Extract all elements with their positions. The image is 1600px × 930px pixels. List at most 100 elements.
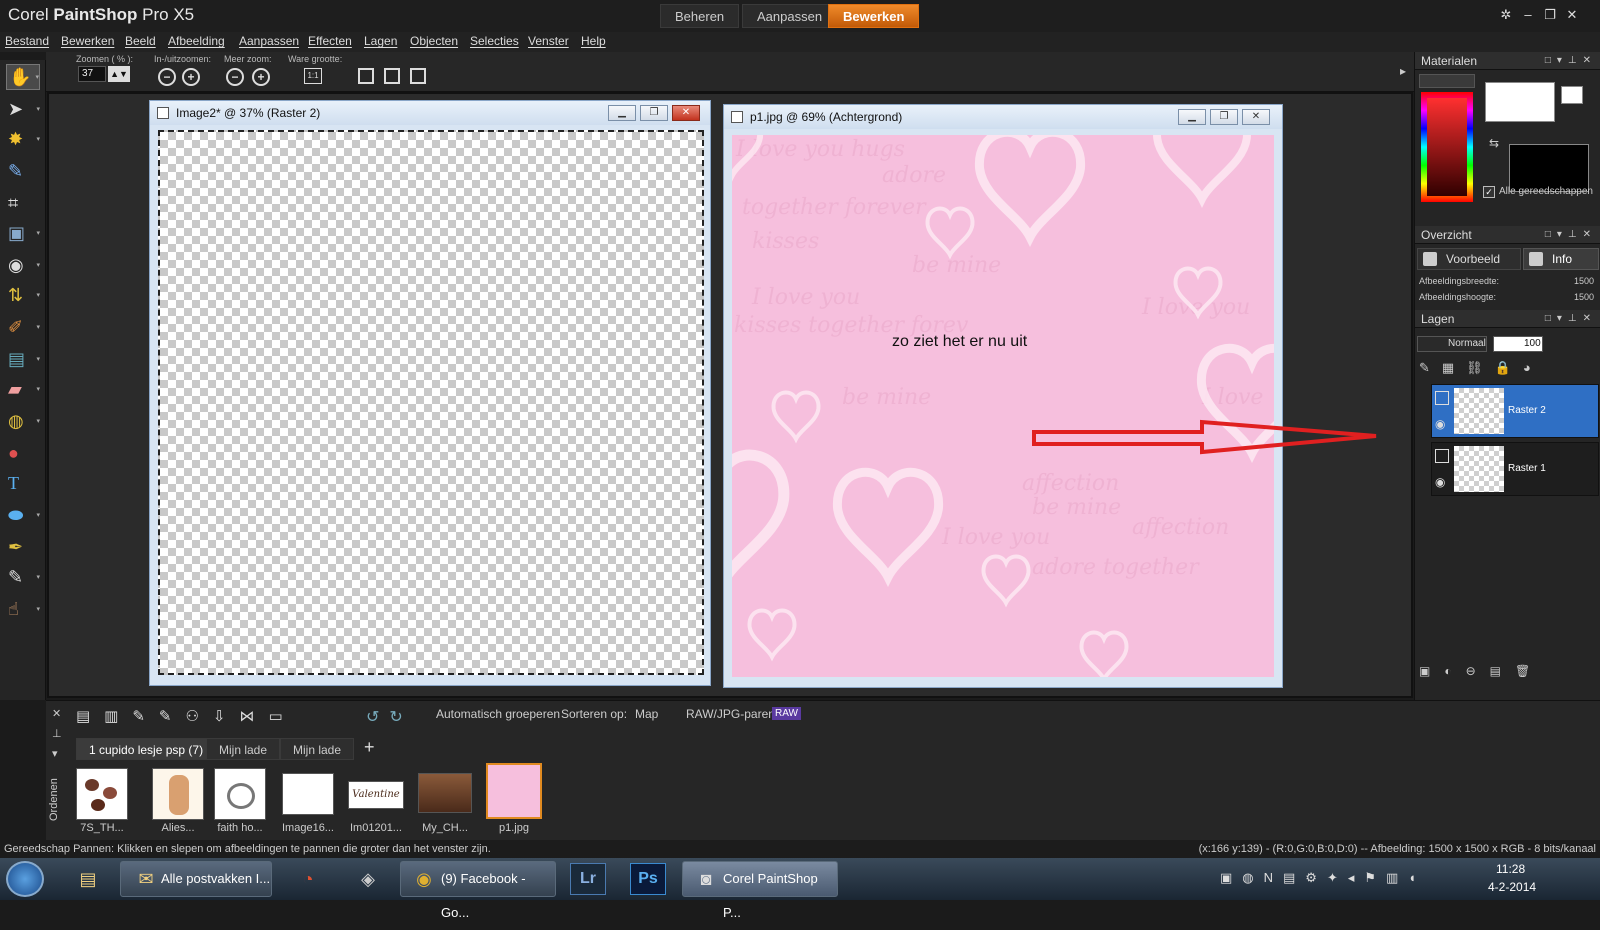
app-icon[interactable]: ◈ (350, 863, 386, 895)
menu-selecties[interactable]: Selecties (470, 34, 519, 48)
panel-controls-icon[interactable]: □▾⊥✕ (1545, 310, 1597, 328)
opacity-field[interactable]: 100 (1493, 336, 1543, 352)
warp-brush-icon[interactable]: ✎ ▾ (6, 564, 40, 590)
all-tools-checkbox[interactable]: ✓ (1483, 186, 1495, 198)
pink-hearts-canvas[interactable]: I love you hugs adore together forever k… (732, 135, 1274, 677)
materials-tab-icons[interactable] (1419, 74, 1475, 88)
restore-button[interactable]: ❐ (1540, 6, 1560, 24)
fit-image-icon[interactable] (384, 68, 400, 84)
layer-row[interactable]: ◉ Raster 2 (1431, 384, 1599, 438)
color-spectrum[interactable] (1421, 92, 1473, 202)
raw-badge[interactable]: RAW (772, 707, 801, 720)
crop-icon[interactable]: ⌗ (6, 190, 40, 216)
blend-mode-select[interactable]: Normaal (1417, 336, 1487, 352)
doc1-minimize-button[interactable]: ▁ (608, 105, 636, 121)
pick-tool-icon[interactable]: ➤ ▾ (6, 96, 40, 122)
pen-tool-icon[interactable]: ✒ (6, 534, 40, 560)
visibility-eye-icon[interactable]: ◉ (1435, 475, 1445, 489)
layers-panel-header[interactable]: Lagen □▾⊥✕ (1415, 310, 1600, 328)
thumbnail-item[interactable] (282, 773, 334, 815)
tab-aanpassen[interactable]: Aanpassen (742, 4, 838, 28)
thumbnail-item[interactable] (486, 763, 542, 819)
minimize-button[interactable]: – (1518, 6, 1538, 24)
document-window-p1[interactable]: p1.jpg @ 69% (Achtergrond) ▁ ❐ ✕ I love … (723, 104, 1283, 688)
menu-venster[interactable]: Venster (528, 34, 569, 48)
makeover-icon[interactable]: ⇅ ▾ (6, 282, 40, 308)
add-tab-icon[interactable]: + (364, 737, 375, 758)
zoom-out-more-icon[interactable]: − (226, 68, 244, 86)
panel-controls-icon[interactable]: □▾⊥✕ (1545, 52, 1597, 70)
zoom-in-icon[interactable]: + (182, 68, 200, 86)
foreground-color-swatch[interactable] (1485, 82, 1555, 122)
panel-controls-icon[interactable]: □▾⊥✕ (1545, 226, 1597, 244)
zoom-out-icon[interactable]: − (158, 68, 176, 86)
doc2-minimize-button[interactable]: ▁ (1178, 109, 1206, 125)
thumbnail-item[interactable] (214, 768, 266, 820)
close-button[interactable]: ✕ (1562, 6, 1582, 24)
magic-wand-icon[interactable]: ✸ ▾ (6, 126, 40, 152)
start-button[interactable] (6, 861, 44, 897)
lightroom-icon[interactable]: Lr (570, 863, 606, 895)
paint-brush-icon[interactable]: ✐ ▾ (6, 314, 40, 340)
background-color-swatch[interactable] (1509, 144, 1589, 192)
tab-mijn-lade-2[interactable]: Mijn lade (280, 738, 355, 760)
menu-aanpassen[interactable]: Aanpassen (239, 34, 299, 48)
swap-colors-icon[interactable]: ⇆ (1489, 136, 1499, 150)
photoshop-icon[interactable]: Ps (630, 863, 666, 895)
layer-link-icon[interactable] (1435, 449, 1449, 463)
flood-fill-icon[interactable]: ◍ ▾ (6, 408, 40, 434)
organizer-close-icon[interactable]: ✕ (52, 707, 61, 720)
eraser-icon[interactable]: ▰ ▾ (6, 376, 40, 402)
actual-size-icon[interactable]: 1:1 (304, 68, 322, 84)
dropper-icon[interactable]: ✎ (6, 158, 40, 184)
text-tool-icon[interactable]: T (6, 470, 40, 496)
straighten-icon[interactable]: ▣ ▾ (6, 220, 40, 246)
materials-panel-header[interactable]: Materialen □▾⊥✕ (1415, 52, 1600, 70)
menu-bewerken[interactable]: Bewerken (61, 34, 114, 48)
organizer-pin-icon[interactable]: ⊥ (52, 727, 62, 740)
toolbar-overflow-icon[interactable]: ▸ (1400, 64, 1406, 78)
red-eye-icon[interactable]: ◉ ▾ (6, 252, 40, 278)
tab-beheren[interactable]: Beheren (660, 4, 740, 28)
tab-bewerken[interactable]: Bewerken (828, 4, 920, 28)
auto-group-button[interactable]: Automatisch groeperen (436, 707, 560, 721)
menu-help[interactable]: Help (581, 34, 606, 48)
layer-row[interactable]: ◉ Raster 1 (1431, 442, 1599, 496)
doc2-restore-button[interactable]: ❐ (1210, 109, 1238, 125)
fit-screen-icon[interactable] (410, 68, 426, 84)
rotate-icons[interactable]: ↺↻ (366, 707, 413, 727)
corel-icon[interactable]: ◔ (290, 863, 326, 895)
tab-cupido-lesje[interactable]: 1 cupido lesje psp (7) (76, 738, 217, 760)
settings-icon[interactable]: ✲ (1496, 6, 1516, 24)
tab-mijn-lade-1[interactable]: Mijn lade (206, 738, 281, 760)
zoom-spinner[interactable]: ▲▼ (108, 66, 130, 82)
color-replacer-icon[interactable]: ● (6, 440, 40, 466)
thumbnail-item[interactable]: Valentine (348, 781, 404, 809)
fit-window-icon[interactable] (358, 68, 374, 84)
picture-tube-icon[interactable]: ▤ ▾ (6, 346, 40, 372)
organizer-menu-icon[interactable]: ▾ (52, 747, 58, 760)
smudge-icon[interactable]: ☝ ▾ (6, 596, 40, 622)
foreground-small-swatch[interactable] (1561, 86, 1583, 104)
zoom-input[interactable]: 37 (78, 66, 106, 82)
menu-lagen[interactable]: Lagen (364, 34, 397, 48)
menu-afbeelding[interactable]: Afbeelding (168, 34, 225, 48)
layer-footer-icons[interactable]: ▣◐⊖▤🗑 (1419, 664, 1595, 684)
thumbnail-item[interactable] (76, 768, 128, 820)
layer-link-icon[interactable] (1435, 391, 1449, 405)
preset-shape-icon[interactable]: ⬬ ▾ (6, 502, 40, 528)
menu-objecten[interactable]: Objecten (410, 34, 458, 48)
system-tray-icons[interactable]: ▣◍N▤⚙✦◂⚑▥◖ (1220, 870, 1426, 886)
menu-effecten[interactable]: Effecten (308, 34, 352, 48)
organizer-toolbar-icons[interactable]: ▤▥✎✎⚇⇩⋈▭ (76, 707, 416, 729)
zoom-in-more-icon[interactable]: + (252, 68, 270, 86)
overview-panel-header[interactable]: Overzicht □▾⊥✕ (1415, 226, 1600, 244)
layer-tools-icons[interactable]: ✎▦⛓🔒◕ (1419, 360, 1595, 380)
doc2-close-button[interactable]: ✕ (1242, 109, 1270, 125)
menu-bestand[interactable]: Bestand (5, 34, 49, 48)
document-window-image2[interactable]: Image2* @ 37% (Raster 2) ▁ ❐ ✕ (149, 100, 711, 686)
explorer-icon[interactable]: ▤ (70, 863, 106, 895)
menu-beeld[interactable]: Beeld (125, 34, 156, 48)
doc1-close-button[interactable]: ✕ (672, 105, 700, 121)
thumbnail-item[interactable] (152, 768, 204, 820)
